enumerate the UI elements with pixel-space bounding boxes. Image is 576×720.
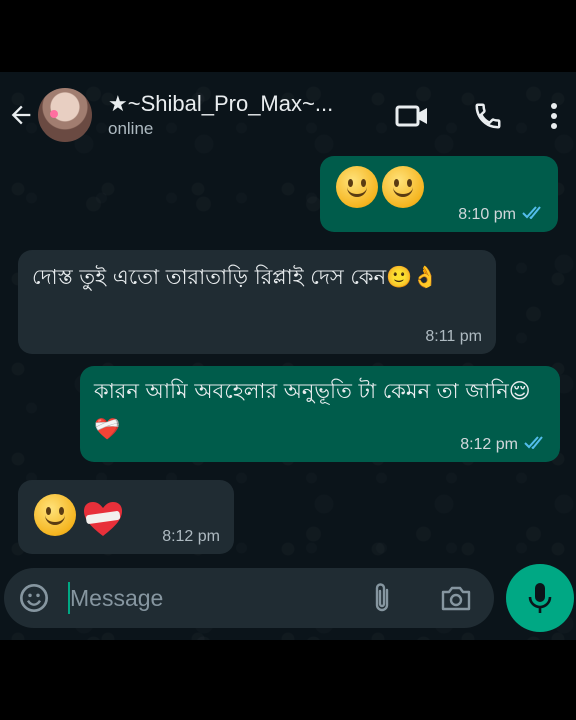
message-time: 8:12 pm	[460, 435, 518, 453]
message-bubble-outgoing[interactable]: কারন আমি অবহেলার অনুভূতি টা কেমন তা জানি…	[80, 366, 560, 462]
message-time: 8:10 pm	[458, 205, 516, 223]
message-bubble-outgoing[interactable]: 8:10 pm	[320, 156, 558, 232]
sticker-icon[interactable]	[14, 578, 54, 618]
message-meta: 8:12 pm	[460, 435, 546, 454]
chat-header: ★~Shibal_Pro_Max~... online	[0, 72, 576, 158]
slightly-smiling-face-icon	[34, 494, 76, 536]
slightly-smiling-face-icon	[382, 166, 424, 208]
message-bubble-incoming[interactable]: দোস্ত তুই এতো তারাতাড়ি রিপ্লাই দেস কেন🙂…	[18, 250, 496, 354]
voice-call-icon[interactable]	[470, 98, 506, 134]
message-input[interactable]: Message	[70, 585, 163, 612]
message-meta: 8:12 pm	[162, 528, 220, 546]
contact-info[interactable]: ★~Shibal_Pro_Max~... online	[108, 91, 378, 139]
attach-icon[interactable]	[364, 580, 400, 616]
more-options-icon[interactable]	[536, 98, 572, 134]
message-time: 8:12 pm	[162, 528, 220, 545]
video-call-icon[interactable]	[394, 98, 430, 134]
read-receipt-icon	[522, 205, 544, 224]
message-input-bar[interactable]: Message	[4, 568, 494, 628]
message-bubble-incoming[interactable]: 8:12 pm	[18, 480, 234, 554]
mic-icon[interactable]	[506, 564, 574, 632]
chat-screen: ★~Shibal_Pro_Max~... online 8:10 pm দোস্…	[0, 72, 576, 640]
slightly-smiling-face-icon	[336, 166, 378, 208]
contact-status: online	[108, 119, 154, 138]
mending-heart-icon	[82, 500, 122, 536]
message-time: 8:11 pm	[425, 328, 482, 345]
contact-name: ★~Shibal_Pro_Max~...	[108, 91, 334, 116]
message-emoji-row	[336, 166, 542, 208]
back-arrow-icon[interactable]	[4, 98, 38, 132]
message-text: দোস্ত তুই এতো তারাতাড়ি রিপ্লাই দেস কেন🙂…	[32, 265, 439, 289]
message-meta: 8:11 pm	[425, 328, 482, 346]
avatar[interactable]	[38, 88, 92, 142]
read-receipt-icon	[524, 435, 546, 454]
camera-icon[interactable]	[438, 580, 474, 616]
message-meta: 8:10 pm	[458, 205, 544, 224]
